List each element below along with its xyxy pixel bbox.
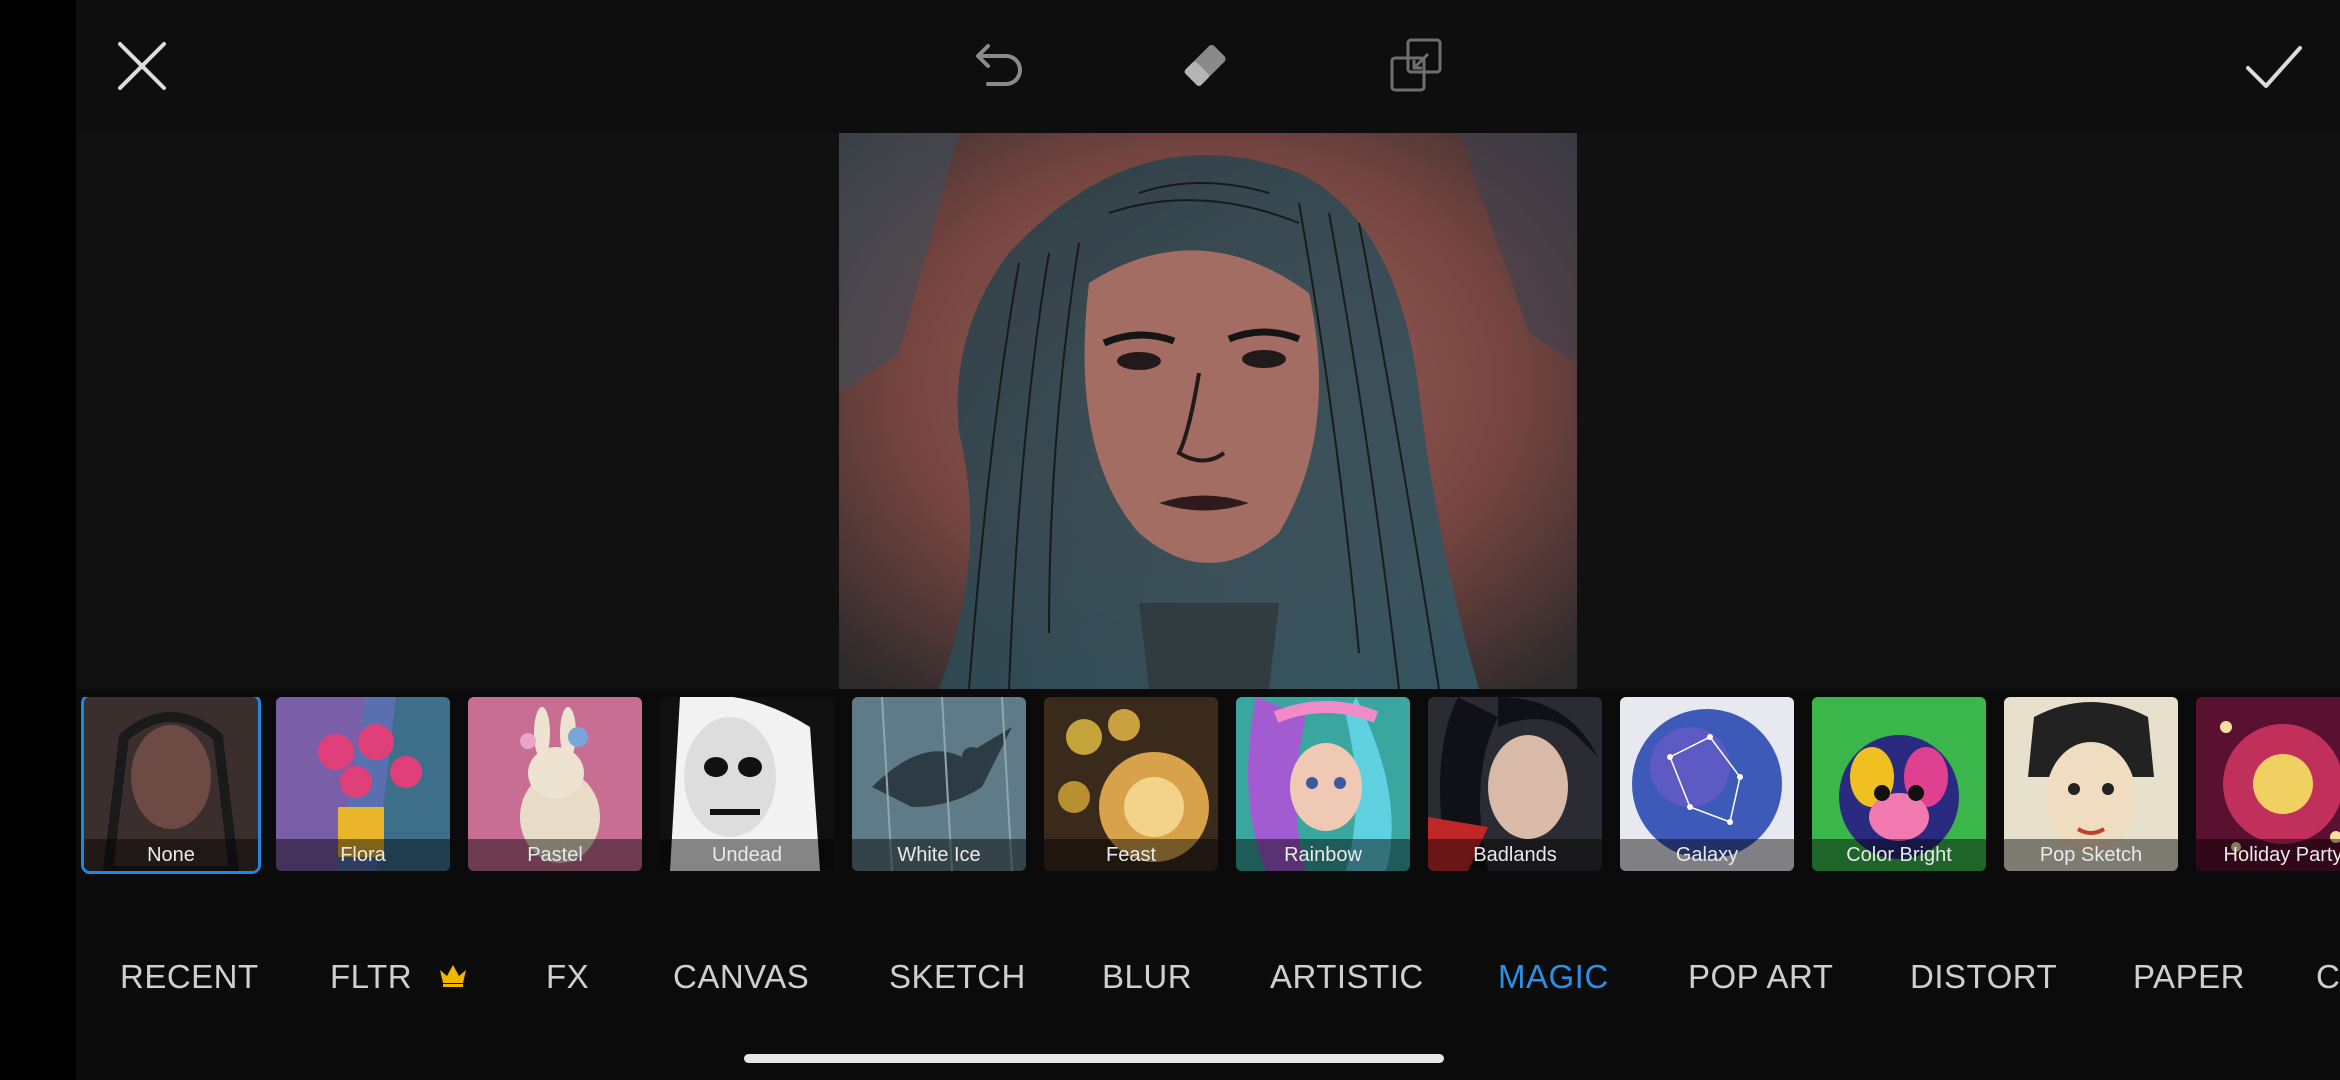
category-tabs: RECENT FLTR FX CANVAS SKETCH BLUR ARTIST…	[76, 940, 2340, 1010]
effect-label: None	[84, 839, 258, 871]
effect-thumb-pastel[interactable]: Pastel	[468, 697, 642, 871]
eraser-button[interactable]	[1170, 30, 1242, 102]
effect-label: Badlands	[1428, 839, 1602, 871]
crown-icon	[440, 965, 466, 987]
effect-label: Pop Sketch	[2004, 839, 2178, 871]
effect-label: Rainbow	[1236, 839, 1410, 871]
effect-thumb-badlands[interactable]: Badlands	[1428, 697, 1602, 871]
effect-thumb-none[interactable]: None	[81, 697, 261, 874]
effect-thumb-rainbow[interactable]: Rainbow	[1236, 697, 1410, 871]
canvas-area	[76, 133, 2340, 689]
tab-artistic[interactable]: ARTISTIC	[1270, 958, 1424, 996]
effect-label: White Ice	[852, 839, 1026, 871]
tab-fltr[interactable]: FLTR	[330, 958, 412, 996]
undo-icon	[976, 44, 1022, 86]
sketch-portrait-image	[839, 133, 1577, 689]
undo-button[interactable]	[962, 30, 1034, 102]
tab-recent[interactable]: RECENT	[120, 958, 259, 996]
effect-label: Undead	[660, 839, 834, 871]
effect-thumb-galaxy[interactable]: Galaxy	[1620, 697, 1794, 871]
tab-pop-art[interactable]: POP ART	[1688, 958, 1833, 996]
effect-label: Holiday Party	[2196, 839, 2340, 871]
tab-magic[interactable]: MAGIC	[1498, 958, 1609, 996]
effect-thumb-flora[interactable]: Flora	[276, 697, 450, 871]
effect-thumb-pop-sketch[interactable]: Pop Sketch	[2004, 697, 2178, 871]
compare-button[interactable]	[1380, 30, 1452, 102]
close-icon	[118, 42, 166, 90]
tab-paper[interactable]: PAPER	[2133, 958, 2245, 996]
effect-label: Feast	[1044, 839, 1218, 871]
effect-thumb-holiday-party[interactable]: Holiday Party	[2196, 697, 2340, 871]
apply-button[interactable]	[2238, 30, 2310, 102]
effect-label: Galaxy	[1620, 839, 1794, 871]
effect-label: Pastel	[468, 839, 642, 871]
tab-more-cut-off[interactable]: C	[2316, 958, 2340, 996]
effects-editor: None Flora Pastel Undead White Ice Feast…	[76, 0, 2340, 1080]
effect-thumb-color-bright[interactable]: Color Bright	[1812, 697, 1986, 871]
tab-distort[interactable]: DISTORT	[1910, 958, 2057, 996]
tab-sketch[interactable]: SKETCH	[889, 958, 1026, 996]
tab-fx[interactable]: FX	[546, 958, 589, 996]
tab-canvas[interactable]: CANVAS	[673, 958, 809, 996]
effects-strip[interactable]: None Flora Pastel Undead White Ice Feast…	[76, 697, 2340, 877]
eraser-icon	[1184, 45, 1226, 86]
effect-thumb-undead[interactable]: Undead	[660, 697, 834, 871]
top-toolbar	[76, 0, 2340, 133]
effect-thumb-feast[interactable]: Feast	[1044, 697, 1218, 871]
home-indicator[interactable]	[744, 1054, 1444, 1063]
tab-blur[interactable]: BLUR	[1102, 958, 1192, 996]
effect-label: Flora	[276, 839, 450, 871]
photo-preview[interactable]	[839, 133, 1577, 689]
compare-icon	[1390, 38, 1442, 92]
check-icon	[2246, 46, 2302, 88]
effect-label: Color Bright	[1812, 839, 1986, 871]
close-button[interactable]	[106, 30, 178, 102]
effect-thumb-white-ice[interactable]: White Ice	[852, 697, 1026, 871]
